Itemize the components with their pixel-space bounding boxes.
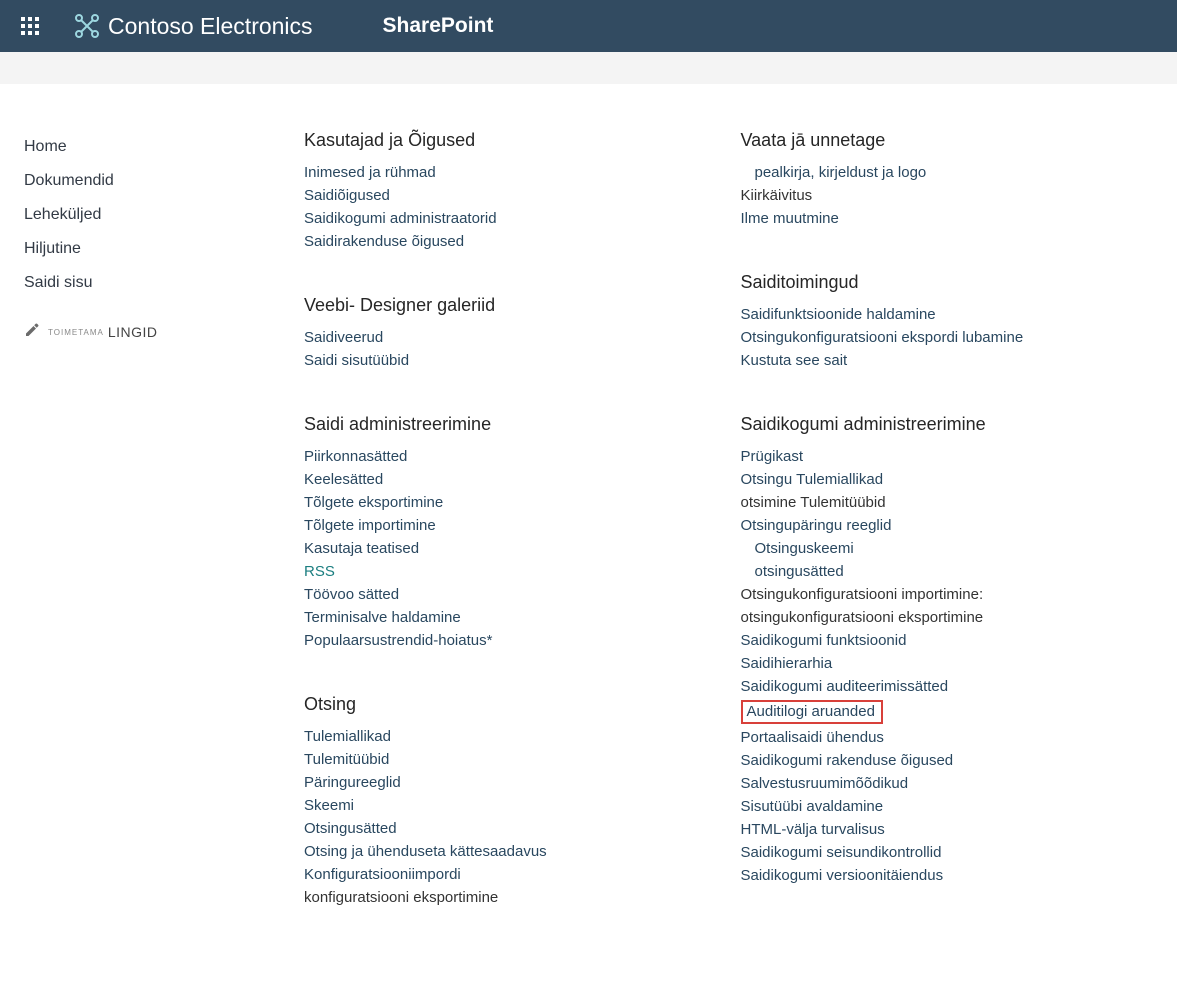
- page-content: HomeDokumendidLeheküljedHiljutineSaidi s…: [0, 84, 1177, 951]
- edit-links-small: TOIMETAMA: [48, 328, 104, 337]
- settings-link[interactable]: Otsingupäringu reeglid: [741, 514, 1154, 537]
- quick-launch-nav: HomeDokumendidLeheküljedHiljutineSaidi s…: [24, 130, 304, 951]
- settings-link[interactable]: Saidikogumi administraatorid: [304, 207, 717, 230]
- nav-item[interactable]: Home: [24, 130, 304, 164]
- section-heading: Vaata jā unnetage: [741, 130, 1154, 151]
- settings-section: Veebi- Designer galeriid SaidiveerudSaidi…: [304, 295, 717, 372]
- settings-link[interactable]: konfiguratsiooni eksportimine: [304, 886, 717, 909]
- settings-section: Saidi administreerimine PiirkonnasättedKe…: [304, 414, 717, 652]
- ribbon-bar: [0, 52, 1177, 84]
- settings-link[interactable]: Saidifunktsioonide haldamine: [741, 303, 1154, 326]
- settings-link[interactable]: Otsingu Tulemiallikad: [741, 468, 1154, 491]
- section-heading: Otsing: [304, 694, 717, 715]
- settings-link[interactable]: Otsing ja ühenduseta kättesaadavus: [304, 840, 717, 863]
- settings-column-1: Kasutajad ja ÕigusedInimesed ja rühmadSa…: [304, 130, 741, 951]
- app-name[interactable]: SharePoint: [383, 14, 494, 38]
- settings-link[interactable]: Saidikogumi auditeerimissätted: [741, 675, 1154, 698]
- settings-link[interactable]: Populaarsustrendid-hoiatus*: [304, 629, 717, 652]
- settings-link[interactable]: Saidirakenduse õigused: [304, 230, 717, 253]
- settings-link[interactable]: Tulemitüübid: [304, 748, 717, 771]
- settings-link[interactable]: Tõlgete importimine: [304, 514, 717, 537]
- edit-links-button[interactable]: TOIMETAMA LINGID: [24, 322, 304, 342]
- app-launcher-button[interactable]: [6, 2, 54, 50]
- settings-section: Otsing TulemiallikadTulemitüübidPäringure…: [304, 694, 717, 909]
- settings-link[interactable]: Saidikogumi versioonitäiendus: [741, 864, 1154, 887]
- brand-logo-icon: [72, 11, 102, 41]
- settings-link[interactable]: Otsingusätted: [304, 817, 717, 840]
- settings-link[interactable]: Portaalisaidi ühendus: [741, 726, 1154, 749]
- section-heading: Kasutajad ja Õigused: [304, 130, 717, 151]
- settings-link[interactable]: Inimesed ja rühmad: [304, 161, 717, 184]
- settings-section: Vaata jā unnetage pealkirja, kirjeldust …: [741, 130, 1154, 230]
- settings-link[interactable]: Saidikogumi seisundikontrollid: [741, 841, 1154, 864]
- brand-link[interactable]: Contoso Electronics: [72, 11, 313, 41]
- nav-item[interactable]: Leheküljed: [24, 198, 304, 232]
- settings-link[interactable]: Töövoo sätted: [304, 583, 717, 606]
- settings-link[interactable]: Saidikogumi funktsioonid: [741, 629, 1154, 652]
- settings-section: Kasutajad ja ÕigusedInimesed ja rühmadSa…: [304, 130, 717, 253]
- nav-item[interactable]: Hiljutine: [24, 232, 304, 266]
- settings-link[interactable]: otsingusätted: [741, 560, 1154, 583]
- settings-column-2: Vaata jā unnetage pealkirja, kirjeldust …: [741, 130, 1177, 951]
- settings-link[interactable]: Tõlgete eksportimine: [304, 491, 717, 514]
- settings-link[interactable]: Otsingukonfiguratsiooni importimine:: [741, 583, 1154, 606]
- settings-link[interactable]: Otsinguskeemi: [741, 537, 1154, 560]
- nav-item[interactable]: Dokumendid: [24, 164, 304, 198]
- settings-link[interactable]: Terminisalve haldamine: [304, 606, 717, 629]
- settings-link[interactable]: Saidiõigused: [304, 184, 717, 207]
- pencil-icon: [24, 322, 40, 342]
- settings-link[interactable]: Kiirkäivitus: [741, 184, 1154, 207]
- settings-link[interactable]: Saidikogumi rakenduse õigused: [741, 749, 1154, 772]
- settings-section: Saiditoimingud Saidifunktsioonide haldami…: [741, 272, 1154, 372]
- section-heading: Saidikogumi administreerimine: [741, 414, 1154, 435]
- settings-link[interactable]: Ilme muutmine: [741, 207, 1154, 230]
- settings-link[interactable]: RSS: [304, 560, 717, 583]
- settings-link[interactable]: Saidiveerud: [304, 326, 717, 349]
- settings-link[interactable]: Kustuta see sait: [741, 349, 1154, 372]
- settings-link[interactable]: HTML-välja turvalisus: [741, 818, 1154, 841]
- brand-name: Contoso Electronics: [108, 13, 313, 40]
- section-heading: Saidi administreerimine: [304, 414, 717, 435]
- settings-link[interactable]: otsimine Tulemitüübid: [741, 491, 1154, 514]
- settings-link[interactable]: Saidihierarhia: [741, 652, 1154, 675]
- settings-link[interactable]: pealkirja, kirjeldust ja logo: [741, 161, 1154, 184]
- settings-link[interactable]: Otsingukonfiguratsiooni ekspordi lubamin…: [741, 326, 1154, 349]
- section-heading: Veebi- Designer galeriid: [304, 295, 717, 316]
- settings-link[interactable]: Prügikast: [741, 445, 1154, 468]
- settings-link[interactable]: Salvestusruumimõõdikud: [741, 772, 1154, 795]
- settings-link[interactable]: Sisutüübi avaldamine: [741, 795, 1154, 818]
- suite-header: Contoso Electronics SharePoint: [0, 0, 1177, 52]
- settings-link[interactable]: Konfiguratsiooniimpordi: [304, 863, 717, 886]
- nav-item[interactable]: Saidi sisu: [24, 266, 304, 300]
- settings-section: Saidikogumi administreeriminePrügikastOt…: [741, 414, 1154, 887]
- settings-link[interactable]: Skeemi: [304, 794, 717, 817]
- edit-links-label: LINGID: [108, 324, 158, 340]
- settings-link[interactable]: Kasutaja teatised: [304, 537, 717, 560]
- settings-link[interactable]: otsingukonfiguratsiooni eksportimine: [741, 606, 1154, 629]
- waffle-icon: [21, 17, 39, 35]
- settings-link[interactable]: Piirkonnasätted: [304, 445, 717, 468]
- settings-link[interactable]: Saidi sisutüübid: [304, 349, 717, 372]
- section-heading: Saiditoimingud: [741, 272, 1154, 293]
- settings-link[interactable]: Päringureeglid: [304, 771, 717, 794]
- settings-link[interactable]: Tulemiallikad: [304, 725, 717, 748]
- settings-link[interactable]: Keelesätted: [304, 468, 717, 491]
- audit-log-reports-link[interactable]: Auditilogi aruanded: [741, 700, 883, 724]
